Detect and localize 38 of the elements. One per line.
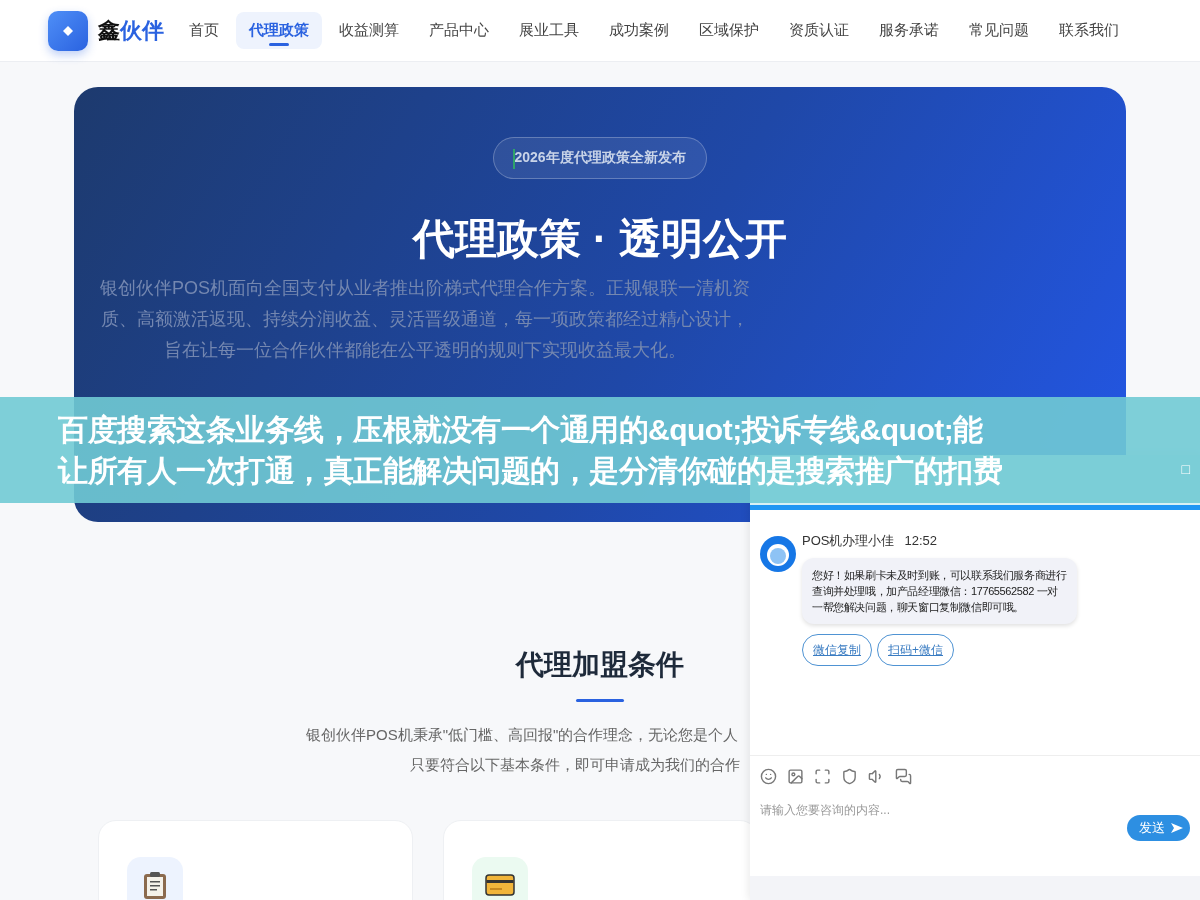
hero-title: 代理政策 · 透明公开 xyxy=(413,214,787,264)
logo-text: 鑫 xyxy=(98,16,120,45)
nav-link[interactable]: 联系我们 xyxy=(1046,12,1132,49)
image-icon[interactable] xyxy=(787,768,804,785)
overlay-text: 百度搜索这条业务线，压根就没有一个通用的&quot;投诉专线&quot;能 xyxy=(58,412,983,448)
logo-text: 伙伴 xyxy=(120,16,164,45)
nav-link[interactable]: 成功案例 xyxy=(596,12,682,49)
message-bubble: 您好！如果刷卡未及时到账，可以联系我们服务商进行查询并处理哦，加产品经理微信：17765562582 一对一帮您解决问题，聊天窗口复制微信即可哦。 xyxy=(802,558,1077,624)
nav-link[interactable]: 资质认证 xyxy=(776,12,862,49)
quick-reply-button[interactable]: 微信复制 xyxy=(802,634,872,666)
chat-bubbles-icon[interactable] xyxy=(895,768,912,785)
clipboard-icon xyxy=(142,870,168,900)
send-arrow-icon xyxy=(1170,822,1184,834)
bank-card-icon xyxy=(485,874,515,896)
avatar-icon xyxy=(760,536,796,572)
quick-reply-button[interactable]: 扫码+微信 xyxy=(877,634,954,666)
section-description: 只要符合以下基本条件，即可申请成为我们的合作 xyxy=(409,755,740,775)
section-title: 代理加盟条件 xyxy=(516,648,684,682)
hero-description: 银创伙伴POS机面向全国支付从业者推出阶梯式代理合作方案。正规银联一清机资质、高额激活返现、持续分润收益、灵活晋级通道，每一项政策都经过精心设计，旨在让每一位合作伙伴都能在公平透明的规则下实现收益最大化。 xyxy=(100,277,750,362)
announcement-badge: 2026年度代理政策全新发布 xyxy=(493,137,707,179)
section-description: 银创伙伴POS机秉承"低门槛、高回报"的合作理念，无论您是个人 xyxy=(306,725,740,745)
nav-link[interactable]: 收益测算 xyxy=(326,12,412,49)
message-input[interactable]: 请输入您要咨询的内容... xyxy=(760,795,1060,825)
nav-link[interactable]: 展业工具 xyxy=(506,12,592,49)
logo-icon[interactable] xyxy=(48,10,88,51)
nav-link[interactable]: 区域保护 xyxy=(686,12,772,49)
title-underline xyxy=(576,699,624,702)
message-time: 12:52 xyxy=(904,532,937,550)
nav-link[interactable]: 产品中心 xyxy=(416,12,502,49)
emoji-icon[interactable] xyxy=(760,768,777,785)
nav-link[interactable]: 代理政策 xyxy=(236,12,322,49)
nav-link[interactable]: 服务承诺 xyxy=(866,12,952,49)
nav-link[interactable]: 常见问题 xyxy=(956,12,1042,49)
agent-name: POS机办理小佳 xyxy=(802,532,895,550)
shield-icon[interactable] xyxy=(841,768,858,785)
screenshot-icon[interactable] xyxy=(814,768,831,785)
nav-link[interactable]: 首页 xyxy=(176,12,232,49)
overlay-text: 让所有人一次打通，真正能解决问题的，是分清你碰的是搜索推广的扣费 xyxy=(58,453,1002,489)
